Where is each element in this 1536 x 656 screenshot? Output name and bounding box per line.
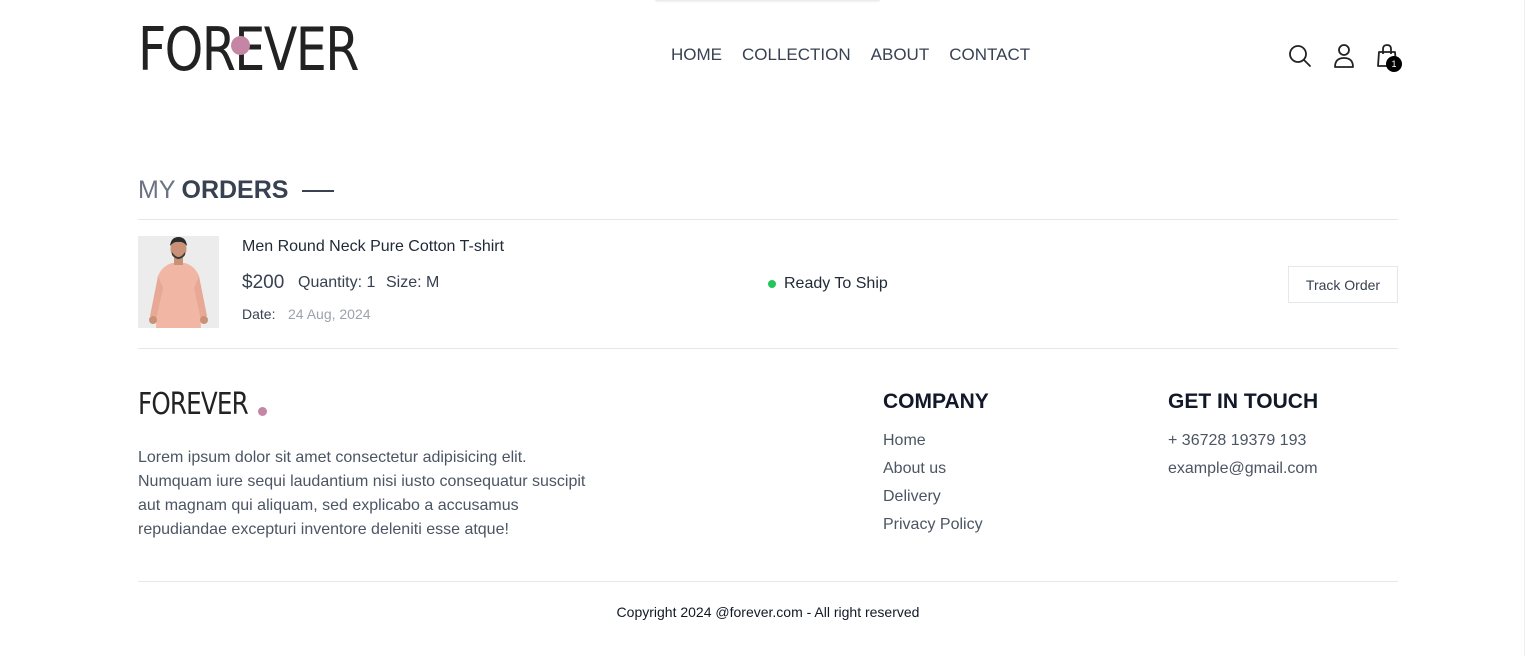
divider	[138, 348, 1398, 349]
footer-logo-dot	[258, 407, 267, 416]
page-title: MY ORDERS	[138, 176, 335, 205]
order-date-label: Date:	[242, 306, 276, 322]
status-indicator-dot	[768, 280, 776, 288]
contact-list: + 36728 19379 193 example@gmail.com	[1168, 427, 1318, 483]
footer-logo-text: FOREVER	[138, 387, 249, 422]
footer-description: Lorem ipsum dolor sit amet consectetur a…	[138, 449, 586, 538]
product-price: $200	[242, 272, 285, 293]
page-scrollbar[interactable]	[1524, 0, 1536, 656]
product-size: Size: M	[386, 274, 440, 291]
footer-logo[interactable]: FOREVER	[138, 390, 272, 420]
nav-contact-link[interactable]: CONTACT	[949, 45, 1030, 65]
cart-count-badge: 1	[1386, 56, 1402, 72]
product-name: Men Round Neck Pure Cotton T-shirt	[242, 238, 505, 255]
product-quantity: Quantity: 1	[298, 274, 376, 291]
footer-link-about[interactable]: About us	[883, 455, 983, 483]
product-image	[138, 236, 219, 328]
contact-heading: GET IN TOUCH	[1168, 390, 1319, 413]
brand-logo[interactable]: FOREVER	[138, 20, 406, 80]
order-status: Ready To Ship	[784, 275, 888, 292]
title-underline	[302, 189, 335, 192]
footer-link-delivery[interactable]: Delivery	[883, 483, 983, 511]
main-nav: HOME COLLECTION ABOUT CONTACT	[671, 45, 1030, 65]
brand-logo-dot	[231, 36, 250, 55]
search-icon[interactable]	[1288, 43, 1312, 69]
divider	[138, 219, 1398, 220]
company-heading: COMPANY	[883, 390, 989, 413]
contact-email: example@gmail.com	[1168, 460, 1318, 477]
track-order-button[interactable]: Track Order	[1288, 266, 1398, 303]
copyright-text: Copyright 2024 @forever.com - All right …	[616, 604, 920, 620]
footer-link-privacy[interactable]: Privacy Policy	[883, 511, 983, 539]
footer-link-home[interactable]: Home	[883, 427, 983, 455]
nav-home-link[interactable]: HOME	[671, 45, 722, 65]
user-icon[interactable]	[1332, 43, 1356, 69]
nav-collection-link[interactable]: COLLECTION	[742, 45, 851, 65]
nav-about-link[interactable]: ABOUT	[871, 45, 930, 65]
contact-phone: + 36728 19379 193	[1168, 432, 1307, 449]
page-title-light: MY	[138, 176, 176, 204]
page-title-bold: ORDERS	[181, 176, 289, 204]
company-links: Home About us Delivery Privacy Policy	[883, 427, 983, 539]
order-date-value: 24 Aug, 2024	[288, 306, 371, 322]
divider	[138, 581, 1398, 582]
top-overlay-shadow	[655, 0, 880, 3]
